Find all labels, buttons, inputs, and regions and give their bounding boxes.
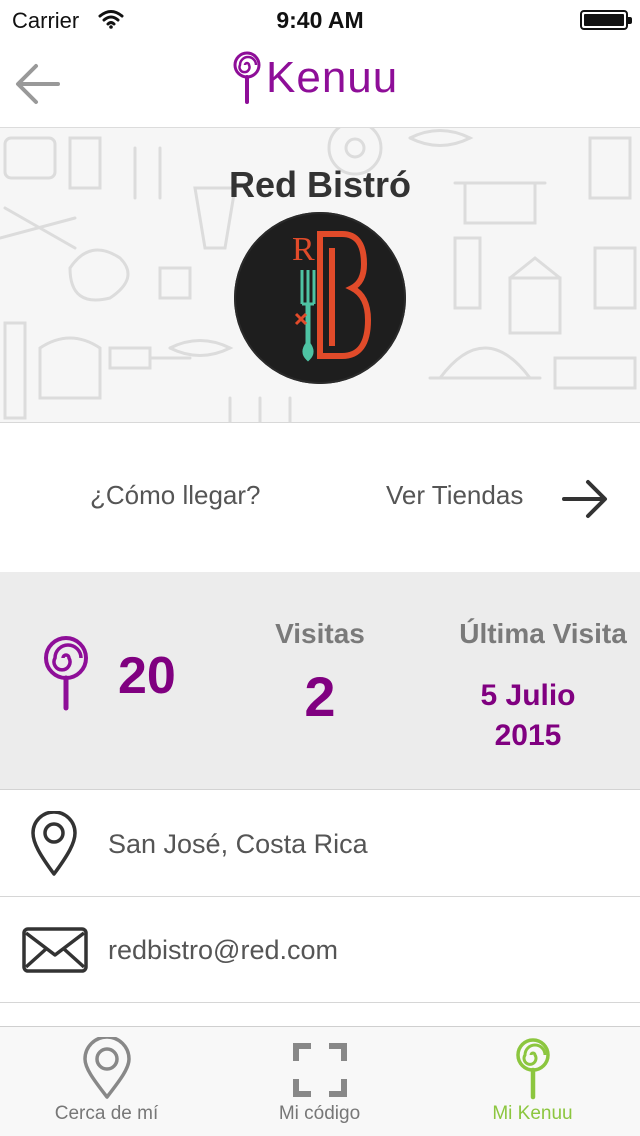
arrow-right-icon[interactable] bbox=[560, 474, 610, 529]
email-text: redbistro@red.com bbox=[108, 935, 338, 965]
brand-logo: Kenuu bbox=[232, 50, 398, 106]
last-visit-date: 5 Julio bbox=[480, 679, 576, 712]
tab-label: Mi Kenuu bbox=[492, 1103, 573, 1124]
tab-my-code[interactable]: Mi código bbox=[213, 1027, 426, 1136]
lollipop-icon bbox=[40, 634, 92, 717]
map-pin-icon bbox=[81, 1035, 133, 1104]
location-text: San José, Costa Rica bbox=[108, 829, 368, 859]
view-stores-link[interactable]: Ver Tiendas bbox=[386, 480, 523, 511]
red-bistro-logo: R bbox=[292, 231, 372, 362]
venue-header: Red Bistró R bbox=[0, 128, 640, 423]
last-visit-label: Última Visita bbox=[459, 618, 627, 649]
actions-row: ¿Cómo llegar? Ver Tiendas bbox=[0, 424, 640, 572]
svg-text:R: R bbox=[292, 231, 315, 268]
points-value: 20 bbox=[118, 647, 176, 705]
navigation-bar: Kenuu bbox=[0, 40, 640, 128]
arrow-left-icon bbox=[16, 64, 60, 104]
venue-logo: R bbox=[234, 212, 406, 384]
clock: 9:40 AM bbox=[276, 7, 364, 33]
lollipop-icon bbox=[233, 51, 261, 104]
visits-value: 2 bbox=[304, 665, 336, 728]
email-row[interactable]: redbistro@red.com bbox=[0, 897, 640, 1003]
status-bar: Carrier 9:40 AM bbox=[0, 0, 640, 40]
last-visit-year: 2015 bbox=[494, 719, 562, 752]
tab-my-kenuu[interactable]: Mi Kenuu bbox=[426, 1027, 639, 1136]
last-visit-value: 5 Julio 2015 bbox=[440, 676, 616, 756]
venue-title: Red Bistró bbox=[228, 164, 412, 205]
brand-name: Kenuu bbox=[266, 53, 399, 102]
tab-label: Cerca de mí bbox=[54, 1103, 159, 1124]
directions-link[interactable]: ¿Cómo llegar? bbox=[90, 480, 261, 511]
back-button[interactable] bbox=[12, 58, 64, 110]
stats-panel: 20 Visitas 2 Última Visita 5 Julio 2015 bbox=[0, 572, 640, 790]
envelope-icon bbox=[22, 927, 88, 978]
tab-bar: Cerca de mí Mi código Mi Kenuu bbox=[0, 1026, 640, 1136]
scan-frame-icon bbox=[292, 1043, 347, 1102]
location-row[interactable]: San José, Costa Rica bbox=[0, 791, 640, 897]
tab-nearby[interactable]: Cerca de mí bbox=[0, 1027, 213, 1136]
battery-icon bbox=[580, 10, 632, 30]
map-pin-icon bbox=[30, 810, 78, 882]
tab-label: Mi código bbox=[278, 1103, 361, 1124]
visits-label: Visitas bbox=[275, 618, 365, 649]
lollipop-icon bbox=[513, 1037, 553, 1106]
